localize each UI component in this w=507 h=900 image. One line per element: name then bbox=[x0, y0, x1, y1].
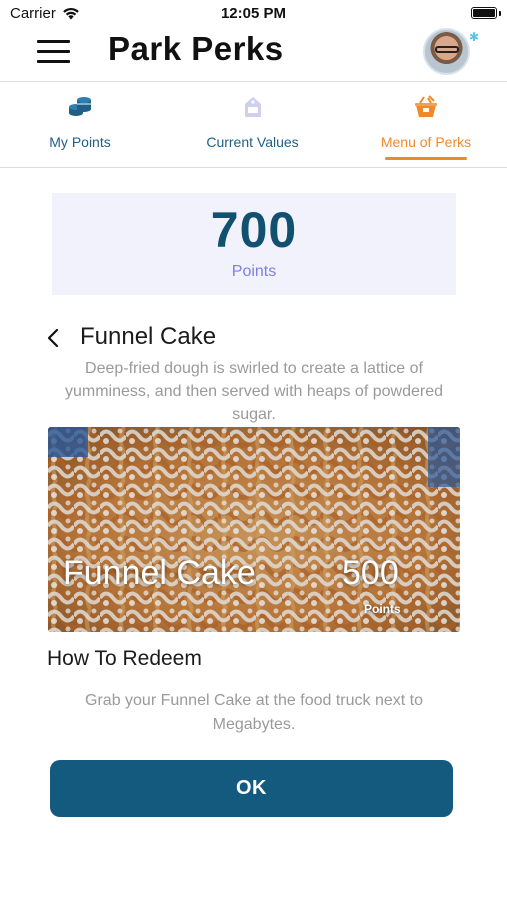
tab-menu-of-perks[interactable]: Menu of Perks bbox=[370, 83, 482, 168]
notification-star-icon: ✱ bbox=[469, 30, 480, 44]
tab-label: Current Values bbox=[206, 134, 299, 150]
status-time: 12:05 PM bbox=[220, 5, 287, 22]
food-basket-icon bbox=[415, 95, 437, 117]
points-value: 700 bbox=[210, 202, 298, 258]
hamburger-menu-icon[interactable] bbox=[37, 40, 70, 64]
nav-bar: Park Perks ✱ bbox=[0, 28, 507, 82]
user-avatar[interactable] bbox=[423, 28, 470, 75]
active-tab-indicator bbox=[385, 157, 467, 160]
price-tag-icon bbox=[244, 97, 261, 117]
redeem-title: How To Redeem bbox=[47, 647, 202, 670]
redeem-instructions: Grab your Funnel Cake at the food truck … bbox=[85, 692, 423, 733]
tab-label: My Points bbox=[49, 134, 111, 150]
tab-bar: My Points Current Values Menu of Perks bbox=[0, 83, 507, 168]
points-card: 700 Points bbox=[52, 193, 456, 295]
battery-tip bbox=[499, 11, 501, 16]
tab-my-points[interactable]: My Points bbox=[20, 83, 140, 168]
perk-description: Deep-fried dough is swirled to create a … bbox=[65, 360, 443, 423]
back-chevron-icon[interactable] bbox=[44, 327, 64, 349]
perk-image: Funnel Cake 500 Points bbox=[48, 427, 460, 632]
tab-current-values[interactable]: Current Values bbox=[190, 83, 315, 168]
coins-stack-icon bbox=[69, 97, 91, 116]
ok-button[interactable]: OK bbox=[50, 760, 453, 817]
perk-title: Funnel Cake bbox=[80, 323, 217, 350]
tab-label: Menu of Perks bbox=[380, 134, 472, 150]
perk-image-points-label: Points bbox=[364, 602, 401, 616]
battery-icon bbox=[471, 7, 497, 19]
perk-image-points: 500 bbox=[342, 554, 399, 592]
status-bar: Carrier 12:05 PM bbox=[0, 0, 507, 28]
perk-image-name: Funnel Cake bbox=[63, 554, 256, 592]
points-label: Points bbox=[231, 263, 277, 280]
glasses-detail bbox=[435, 46, 459, 53]
page-title: Park Perks bbox=[108, 30, 284, 67]
